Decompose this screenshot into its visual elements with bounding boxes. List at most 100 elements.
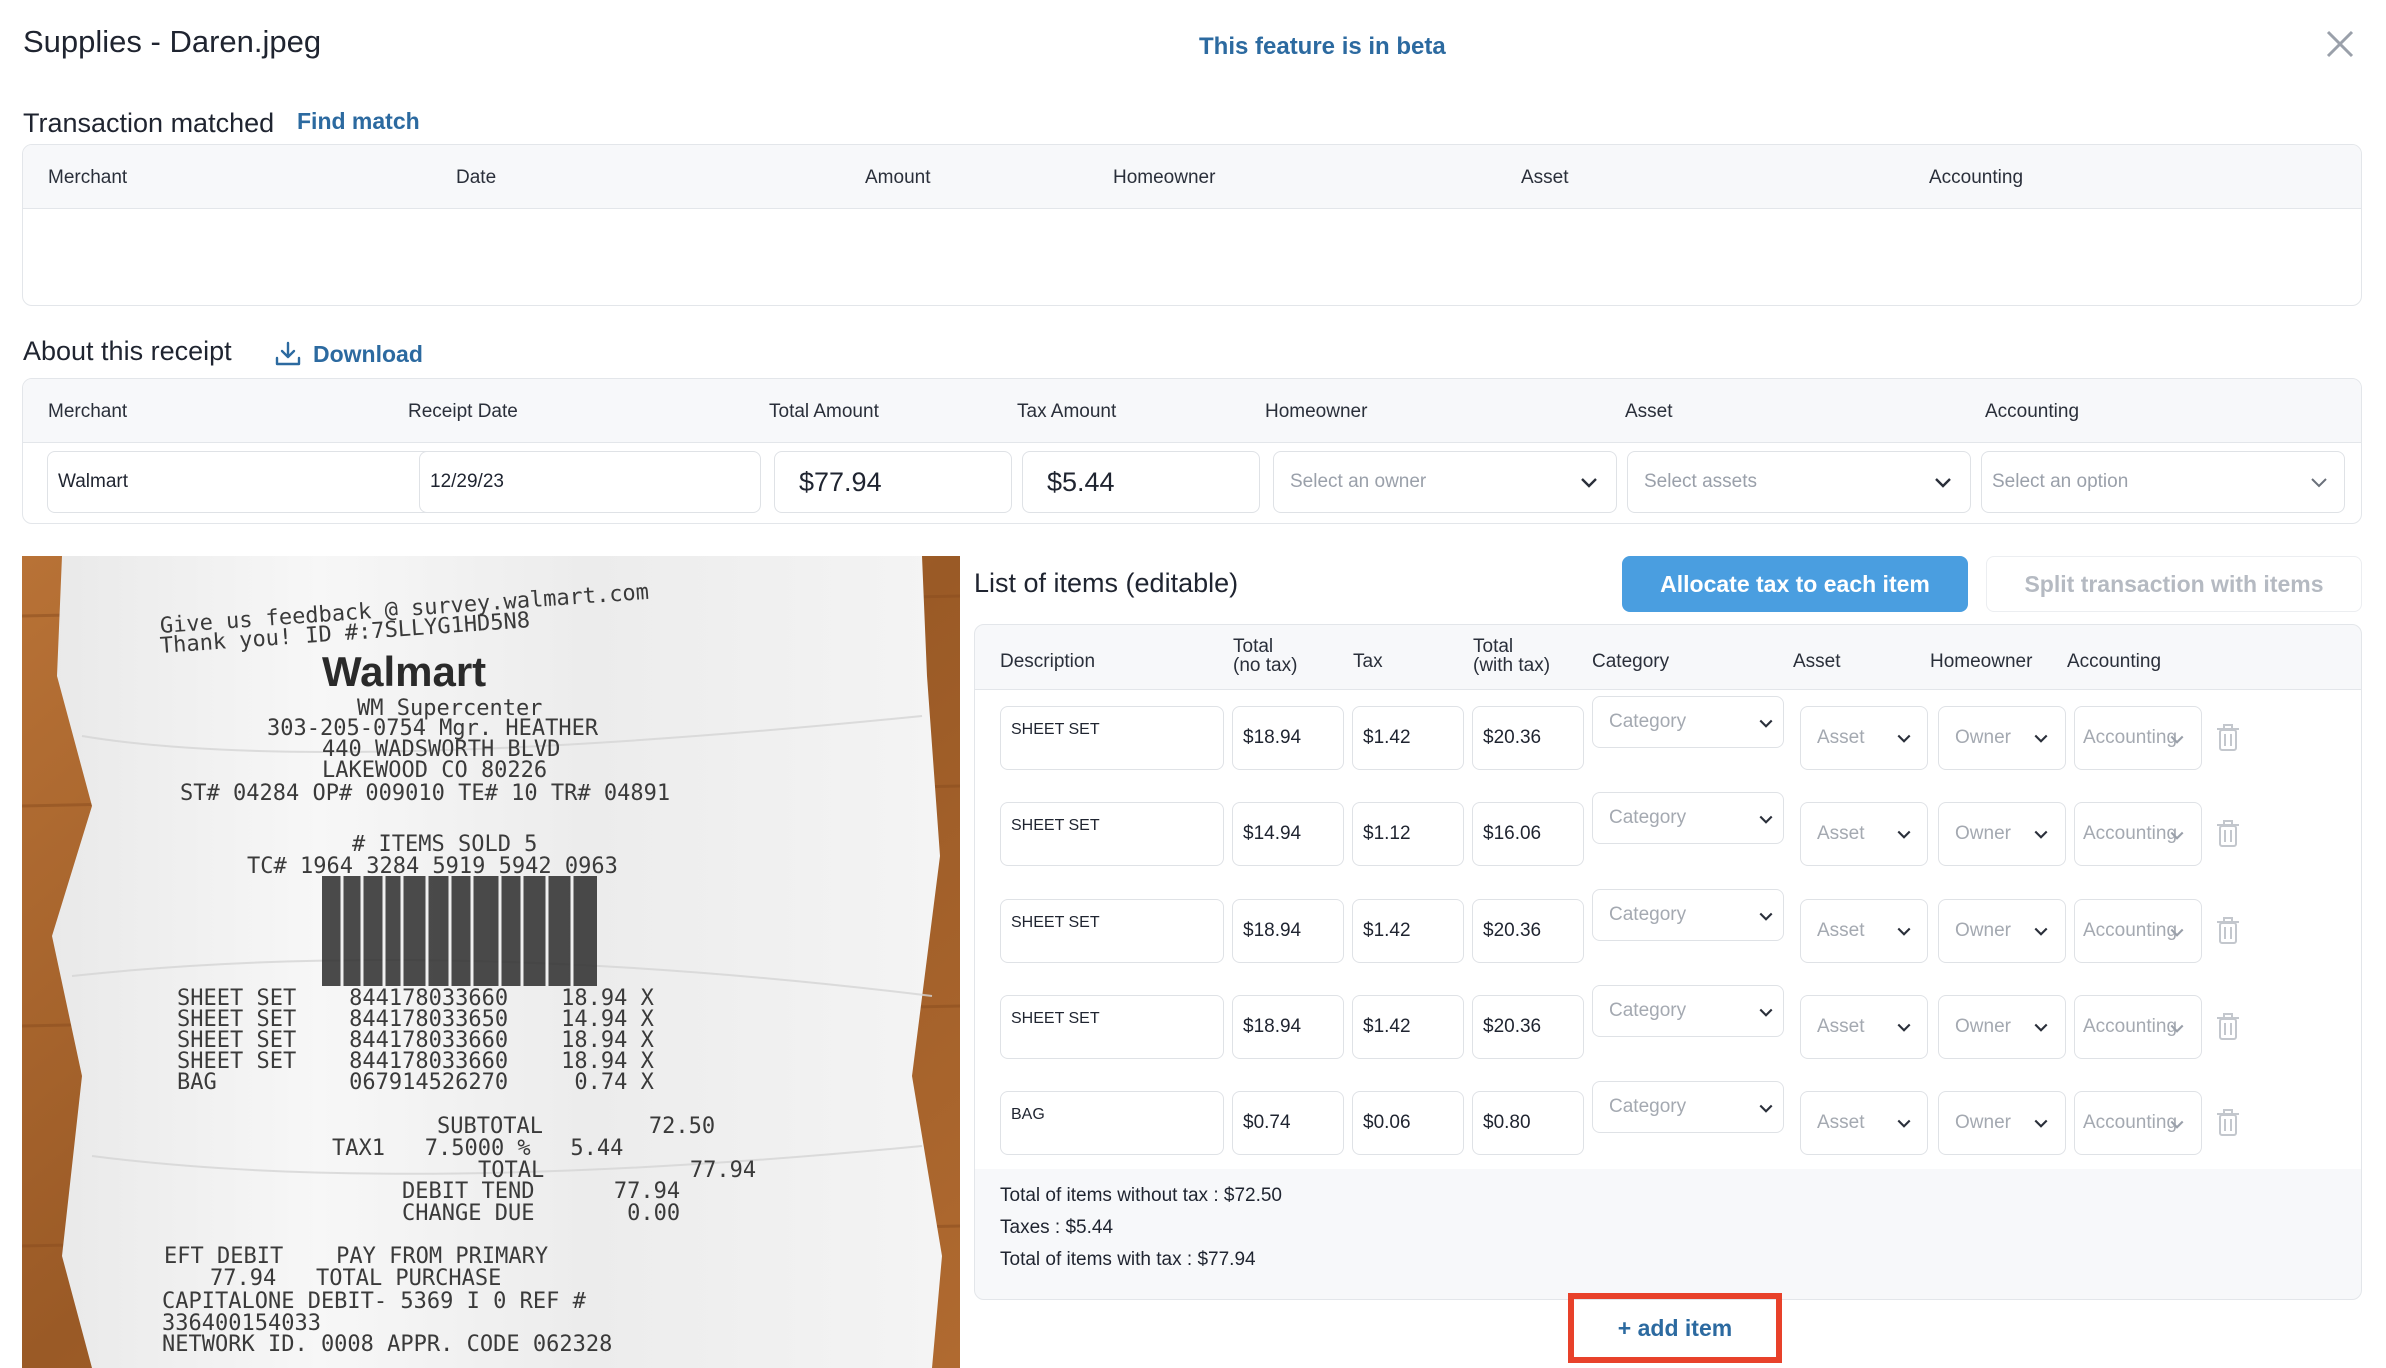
chevron-down-icon <box>1759 1104 1773 1113</box>
asset-select[interactable]: Select assets <box>1627 451 1971 513</box>
column-total-amount: Total Amount <box>769 401 879 422</box>
item-tax-input[interactable]: $1.42 <box>1352 706 1464 770</box>
chevron-down-icon <box>1897 927 1911 936</box>
item-total-with-tax-input[interactable]: $20.36 <box>1472 995 1584 1059</box>
item-owner-placeholder: Owner <box>1955 1016 2011 1037</box>
item-tax-input[interactable]: $1.12 <box>1352 802 1464 866</box>
column-date: Date <box>456 167 497 188</box>
item-total-input[interactable]: $18.94 <box>1232 995 1344 1059</box>
download-icon[interactable] <box>274 340 302 368</box>
item-total-input[interactable]: $18.94 <box>1232 899 1344 963</box>
item-total-input[interactable]: $18.94 <box>1232 706 1344 770</box>
item-owner-placeholder: Owner <box>1955 823 2011 844</box>
column-merchant: Merchant <box>48 167 128 188</box>
column-homeowner: Homeowner <box>1930 651 2033 672</box>
item-category-select[interactable]: Category <box>1592 696 1784 748</box>
receipt-date-field[interactable]: 12/29/23 <box>419 451 761 513</box>
taxes-total: Taxes : $5.44 <box>1000 1217 1114 1238</box>
add-item-button[interactable]: + add item <box>1582 1306 1768 1350</box>
receipt-line: 77.94 TOTAL PURCHASE <box>210 1266 502 1291</box>
item-total-input[interactable]: $14.94 <box>1232 802 1344 866</box>
column-homeowner: Homeowner <box>1113 167 1216 188</box>
chevron-down-icon <box>2170 735 2184 744</box>
item-category-select[interactable]: Category <box>1592 1081 1784 1133</box>
receipt-line: NETWORK ID. 0008 APPR. CODE 062328 <box>162 1332 613 1357</box>
chevron-down-icon <box>2034 734 2048 743</box>
column-homeowner: Homeowner <box>1265 401 1368 422</box>
item-asset-placeholder: Asset <box>1817 823 1865 844</box>
item-total-with-tax-input[interactable]: $16.06 <box>1472 802 1584 866</box>
item-asset-placeholder: Asset <box>1817 920 1865 941</box>
chevron-down-icon <box>2034 830 2048 839</box>
asset-select-placeholder: Select assets <box>1644 471 1757 492</box>
chevron-down-icon <box>1897 1023 1911 1032</box>
item-category-placeholder: Category <box>1609 1096 1687 1117</box>
chevron-down-icon <box>1759 719 1773 728</box>
accounting-select-placeholder: Select an option <box>1992 471 2129 492</box>
allocate-tax-button[interactable]: Allocate tax to each item <box>1622 556 1968 612</box>
column-accounting: Accounting <box>1985 401 2080 422</box>
accounting-select[interactable]: Select an option <box>1981 451 2345 513</box>
column-total-no-tax: Total (no tax) <box>1233 637 1297 675</box>
column-total-with-tax: Total (with tax) <box>1473 637 1550 675</box>
merchant-field[interactable]: Walmart <box>47 451 433 513</box>
item-owner-placeholder: Owner <box>1955 1112 2011 1133</box>
trash-icon[interactable] <box>2216 820 2240 848</box>
item-category-select[interactable]: Category <box>1592 889 1784 941</box>
chevron-down-icon <box>2170 831 2184 840</box>
beta-notice: This feature is in beta <box>1199 33 1446 60</box>
tax-amount-field[interactable]: $5.44 <box>1022 451 1260 513</box>
chevron-down-icon <box>2170 1024 2184 1033</box>
item-category-select[interactable]: Category <box>1592 985 1784 1037</box>
item-accounting-placeholder: Accounting <box>2083 727 2178 748</box>
walmart-logo-text: Walmart <box>322 648 487 695</box>
chevron-down-icon <box>1759 815 1773 824</box>
homeowner-select-placeholder: Select an owner <box>1290 471 1427 492</box>
item-category-placeholder: Category <box>1609 904 1687 925</box>
trash-icon[interactable] <box>2216 917 2240 945</box>
chevron-down-icon <box>2311 478 2327 488</box>
item-description-input[interactable]: SHEET SET <box>1000 995 1224 1059</box>
column-asset: Asset <box>1625 401 1673 422</box>
column-total-no-tax-line2: (no tax) <box>1233 655 1298 676</box>
item-total-with-tax-input[interactable]: $20.36 <box>1472 899 1584 963</box>
item-total-with-tax-input[interactable]: $20.36 <box>1472 706 1584 770</box>
column-description: Description <box>1000 651 1096 672</box>
item-description-input[interactable]: SHEET SET <box>1000 899 1224 963</box>
item-total-input[interactable]: $0.74 <box>1232 1091 1344 1155</box>
receipt-line: ST# 04284 OP# 009010 TE# 10 TR# 04891 <box>180 781 671 806</box>
item-accounting-placeholder: Accounting <box>2083 920 2178 941</box>
chevron-down-icon <box>1897 734 1911 743</box>
item-asset-placeholder: Asset <box>1817 1112 1865 1133</box>
column-receipt-date: Receipt Date <box>408 401 518 422</box>
download-link[interactable]: Download <box>313 341 423 368</box>
item-total-with-tax-input[interactable]: $0.80 <box>1472 1091 1584 1155</box>
chevron-down-icon <box>2034 1023 2048 1032</box>
item-tax-input[interactable]: $0.06 <box>1352 1091 1464 1155</box>
item-tax-input[interactable]: $1.42 <box>1352 995 1464 1059</box>
item-category-select[interactable]: Category <box>1592 792 1784 844</box>
chevron-down-icon <box>2034 927 2048 936</box>
item-description-input[interactable]: SHEET SET <box>1000 802 1224 866</box>
item-category-placeholder: Category <box>1609 807 1687 828</box>
close-icon[interactable] <box>2320 24 2360 64</box>
total-with-tax: Total of items with tax : $77.94 <box>1000 1249 1256 1270</box>
split-transaction-button[interactable]: Split transaction with items <box>1986 556 2362 612</box>
find-match-link[interactable]: Find match <box>297 108 420 135</box>
receipt-image: Give us feedback @ survey.walmart.com Th… <box>22 556 960 1368</box>
item-tax-input[interactable]: $1.42 <box>1352 899 1464 963</box>
homeowner-select[interactable]: Select an owner <box>1273 451 1617 513</box>
column-total-with-tax-line1: Total <box>1473 636 1514 657</box>
trash-icon[interactable] <box>2216 1109 2240 1137</box>
chevron-down-icon <box>1759 912 1773 921</box>
column-total-no-tax-line1: Total <box>1233 636 1274 657</box>
column-tax-amount: Tax Amount <box>1017 401 1117 422</box>
trash-icon[interactable] <box>2216 1013 2240 1041</box>
receipt-text: Give us feedback @ survey.walmart.com Th… <box>22 556 960 1368</box>
trash-icon[interactable] <box>2216 724 2240 752</box>
total-amount-field[interactable]: $77.94 <box>774 451 1012 513</box>
item-description-input[interactable]: SHEET SET <box>1000 706 1224 770</box>
transaction-table: Merchant Date Amount Homeowner Asset Acc… <box>22 144 2362 306</box>
item-accounting-placeholder: Accounting <box>2083 1112 2178 1133</box>
item-description-input[interactable]: BAG <box>1000 1091 1224 1155</box>
